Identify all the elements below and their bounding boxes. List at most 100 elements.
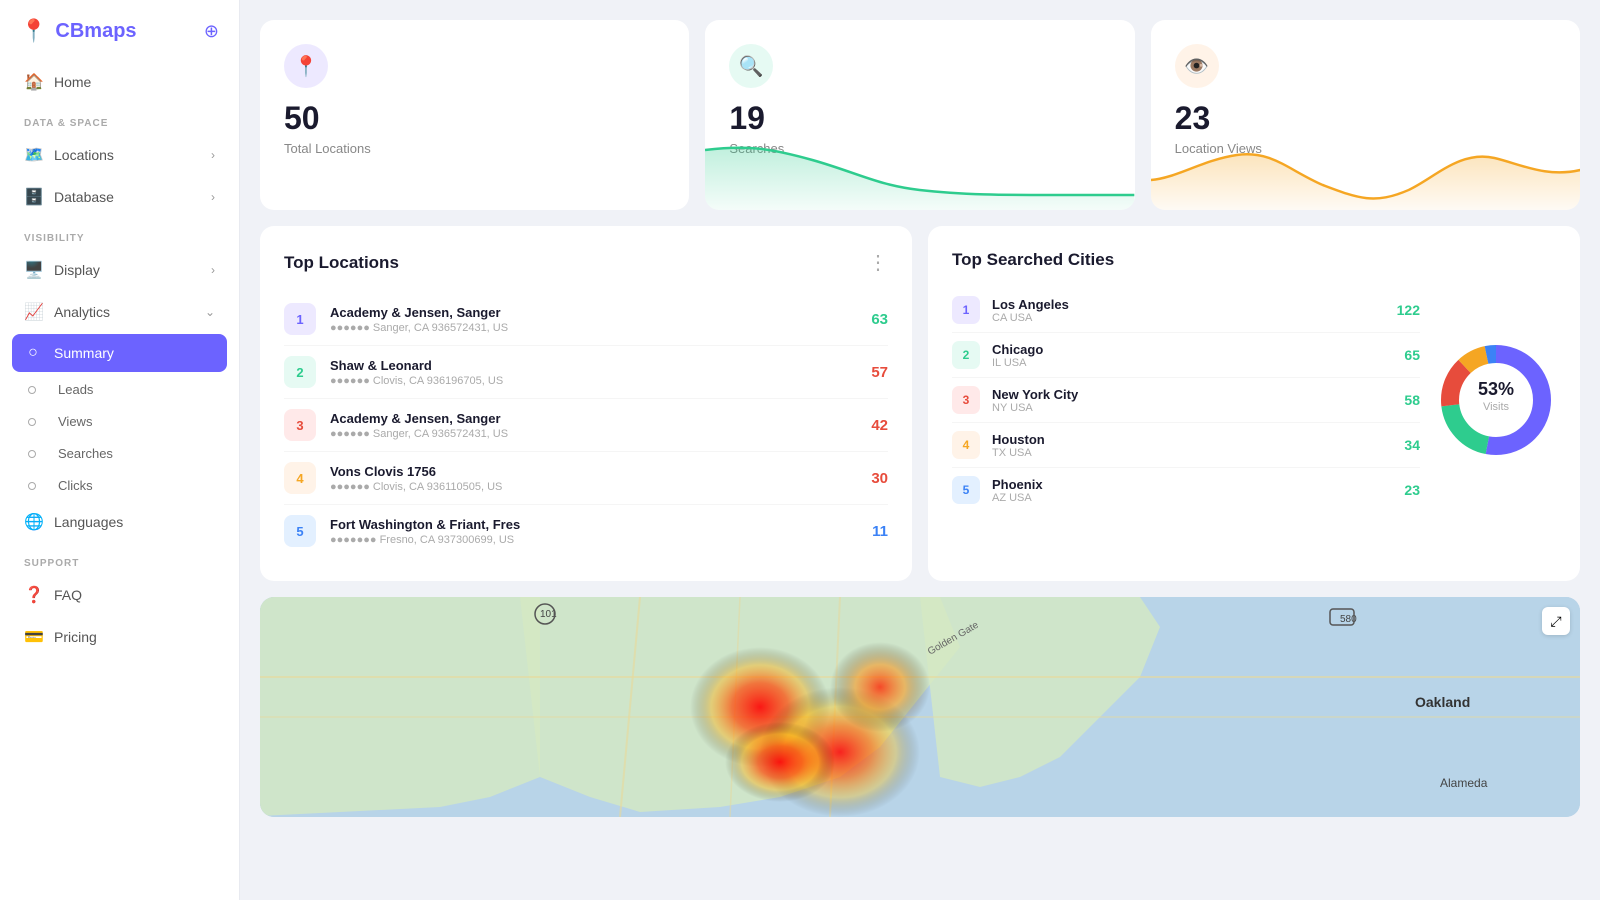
locations-stat-icon: 📍 <box>294 54 319 79</box>
display-icon: 🖥️ <box>24 260 42 280</box>
donut-chart: 53% Visits <box>1436 340 1556 460</box>
location-rank: 4 <box>284 462 316 494</box>
city-name: Los Angeles <box>992 297 1385 312</box>
locations-arrow-icon: › <box>211 148 215 162</box>
sidebar: 📍 CBmaps ⊕ 🏠 Home DATA & SPACE 🗺️ Locati… <box>0 0 240 900</box>
city-name: Phoenix <box>992 477 1392 492</box>
heatmap-blob-3 <box>830 642 930 732</box>
sidebar-label-searches: Searches <box>58 446 113 461</box>
views-dot-icon <box>28 418 36 426</box>
clicks-dot-icon <box>28 482 36 490</box>
location-row: 1 Academy & Jensen, Sanger ●●●●●● Sanger… <box>284 293 888 346</box>
sidebar-label-locations: Locations <box>54 147 114 163</box>
sidebar-item-summary[interactable]: ○ Summary <box>12 334 227 372</box>
sidebar-item-searches[interactable]: Searches <box>12 438 227 469</box>
city-count: 122 <box>1397 302 1420 318</box>
city-info: New York City NY USA <box>992 387 1392 414</box>
sidebar-label-display: Display <box>54 262 100 278</box>
location-address: ●●●●●●● Fresno, CA 937300699, US <box>330 534 858 546</box>
sidebar-item-display[interactable]: 🖥️ Display › <box>12 250 227 290</box>
location-info: Academy & Jensen, Sanger ●●●●●● Sanger, … <box>330 305 857 334</box>
top-locations-menu-button[interactable]: ⋮ <box>868 250 888 275</box>
top-cities-header: Top Searched Cities <box>952 250 1556 270</box>
sidebar-label-home: Home <box>54 74 91 90</box>
location-name: Fort Washington & Friant, Fres <box>330 517 858 532</box>
location-address: ●●●●●● Clovis, CA 936196705, US <box>330 375 857 387</box>
sidebar-item-languages[interactable]: 🌐 Languages <box>12 502 227 542</box>
searches-stat-value: 19 <box>729 100 1110 137</box>
section-label-support: SUPPORT <box>12 544 227 575</box>
languages-icon: 🌐 <box>24 512 42 532</box>
stat-card-views: 👁️ 23 Location Views <box>1151 20 1580 210</box>
location-info: Fort Washington & Friant, Fres ●●●●●●● F… <box>330 517 858 546</box>
location-info: Academy & Jensen, Sanger ●●●●●● Sanger, … <box>330 411 857 440</box>
logo-area[interactable]: 📍 CBmaps ⊕ <box>0 0 239 62</box>
location-name: Shaw & Leonard <box>330 358 857 373</box>
city-info: Phoenix AZ USA <box>992 477 1392 504</box>
sidebar-item-clicks[interactable]: Clicks <box>12 470 227 501</box>
stat-card-searches: 🔍 19 Searches <box>705 20 1134 210</box>
donut-chart-wrap: 53% Visits <box>1436 288 1556 512</box>
city-rank: 1 <box>952 296 980 324</box>
location-address: ●●●●●● Clovis, CA 936110505, US <box>330 481 857 493</box>
sidebar-item-faq[interactable]: ❓ FAQ <box>12 575 227 615</box>
location-row: 4 Vons Clovis 1756 ●●●●●● Clovis, CA 936… <box>284 452 888 505</box>
location-count: 42 <box>871 417 888 434</box>
summary-dot-icon: ○ <box>24 344 42 362</box>
sidebar-item-leads[interactable]: Leads <box>12 374 227 405</box>
location-rank: 2 <box>284 356 316 388</box>
city-count: 23 <box>1404 482 1420 498</box>
sidebar-item-locations[interactable]: 🗺️ Locations › <box>12 135 227 175</box>
sidebar-item-database[interactable]: 🗄️ Database › <box>12 177 227 217</box>
location-address: ●●●●●● Sanger, CA 936572431, US <box>330 322 857 334</box>
stats-row: 📍 50 Total Locations 🔍 19 Searches <box>260 20 1580 210</box>
city-rank: 5 <box>952 476 980 504</box>
searches-dot-icon <box>28 450 36 458</box>
city-region: AZ USA <box>992 492 1392 504</box>
svg-text:Visits: Visits <box>1483 401 1510 413</box>
city-name: New York City <box>992 387 1392 402</box>
location-name: Academy & Jensen, Sanger <box>330 411 857 426</box>
cities-list: 1 Los Angeles CA USA 122 2 Chicago IL US… <box>952 288 1420 512</box>
heatmap-blob-4 <box>725 722 835 802</box>
views-stat-icon: 👁️ <box>1184 54 1209 79</box>
sidebar-item-views[interactable]: Views <box>12 406 227 437</box>
app-name: CBmaps <box>55 20 136 43</box>
city-rank: 2 <box>952 341 980 369</box>
location-name: Academy & Jensen, Sanger <box>330 305 857 320</box>
top-locations-title: Top Locations <box>284 253 399 273</box>
map-expand-button[interactable]: ⤢ <box>1542 607 1570 635</box>
sidebar-navigation: 🏠 Home DATA & SPACE 🗺️ Locations › 🗄️ Da… <box>0 62 239 900</box>
logo-pin-icon: 📍 <box>20 18 47 44</box>
pricing-icon: 💳 <box>24 627 42 647</box>
searches-stat-icon: 🔍 <box>739 54 764 79</box>
sidebar-item-pricing[interactable]: 💳 Pricing <box>12 617 227 657</box>
sidebar-label-languages: Languages <box>54 514 123 530</box>
sidebar-item-home[interactable]: 🏠 Home <box>12 62 227 102</box>
map-background: Oakland Golden Gate 101 580 Alameda ⤢ <box>260 597 1580 817</box>
database-icon: 🗄️ <box>24 187 42 207</box>
map-svg: Oakland Golden Gate 101 580 Alameda <box>260 597 1580 817</box>
sidebar-item-analytics[interactable]: 📈 Analytics ⌄ <box>12 292 227 332</box>
city-region: NY USA <box>992 402 1392 414</box>
location-row: 3 Academy & Jensen, Sanger ●●●●●● Sanger… <box>284 399 888 452</box>
svg-text:Oakland: Oakland <box>1415 694 1470 710</box>
locations-stat-chart <box>260 140 689 210</box>
bottom-row: Top Locations ⋮ 1 Academy & Jensen, Sang… <box>260 226 1580 581</box>
location-address: ●●●●●● Sanger, CA 936572431, US <box>330 428 857 440</box>
location-info: Shaw & Leonard ●●●●●● Clovis, CA 9361967… <box>330 358 857 387</box>
analytics-arrow-icon: ⌄ <box>205 305 215 319</box>
city-region: CA USA <box>992 312 1385 324</box>
city-name: Chicago <box>992 342 1392 357</box>
city-rank: 4 <box>952 431 980 459</box>
svg-text:53%: 53% <box>1478 379 1514 399</box>
city-row: 1 Los Angeles CA USA 122 <box>952 288 1420 333</box>
location-rank: 1 <box>284 303 316 335</box>
home-icon: 🏠 <box>24 72 42 92</box>
city-info: Los Angeles CA USA <box>992 297 1385 324</box>
top-cities-title: Top Searched Cities <box>952 250 1114 270</box>
display-arrow-icon: › <box>211 263 215 277</box>
map-card: Oakland Golden Gate 101 580 Alameda ⤢ <box>260 597 1580 817</box>
stat-card-locations: 📍 50 Total Locations <box>260 20 689 210</box>
locations-stat-icon-wrap: 📍 <box>284 44 328 88</box>
